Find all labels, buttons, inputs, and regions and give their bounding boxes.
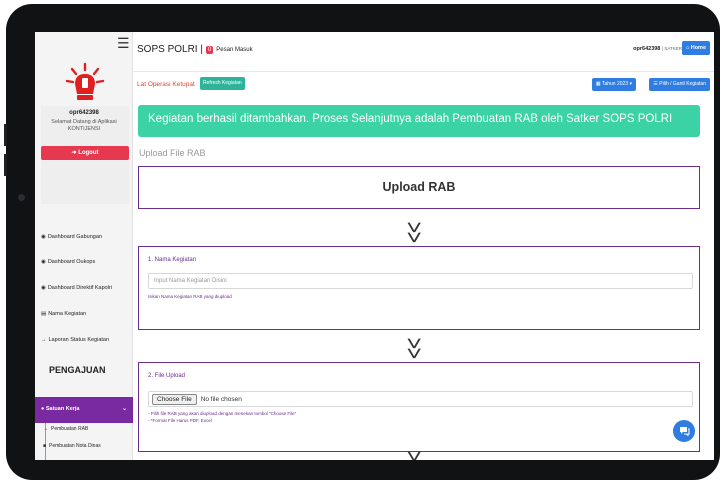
sidebar-item-satuan-kerja[interactable]: ● Satuan Kerja ⌄: [35, 397, 133, 423]
sidebar-item-label: Satuan Kerja: [45, 406, 80, 412]
upload-rab-heading: Upload RAB: [138, 166, 700, 209]
tablet-frame: ☰ opr642398 Selamat Datang di Aplikasi K…: [4, 4, 720, 480]
sidebar-item-dashboard-oukops[interactable]: ◉ Dashboard Oukops: [41, 259, 95, 265]
sidebar-subitem-label: Pembuatan RAB: [51, 426, 89, 432]
welcome-line: Selamat Datang di Aplikasi: [51, 119, 117, 125]
arrow-right-icon: →: [43, 426, 48, 432]
tahun-dropdown[interactable]: ▦ Tahun 2023 ▾: [591, 78, 636, 91]
choose-file-button[interactable]: Choose File: [152, 393, 197, 405]
app-logo: [65, 62, 105, 100]
activity-name: Lat Operasi Ketupat: [137, 81, 195, 88]
chat-button[interactable]: [673, 420, 695, 442]
arrow-right-icon: →: [41, 337, 47, 343]
file-upload-input: Choose File No file chosen: [148, 391, 693, 407]
success-alert: Kegiatan berhasil ditambahkan. Proses Se…: [138, 105, 700, 137]
section-label-pengajuan: PENGAJUAN: [49, 365, 106, 375]
list-icon: ☰: [653, 81, 658, 87]
double-chevron-down-icon: ⋁ ⋁: [407, 338, 421, 359]
sidebar-item-label: Nama Kegiatan: [48, 311, 87, 317]
lock-icon: ■: [43, 443, 47, 449]
volume-button: [4, 154, 7, 176]
sidebar-item-label: Dashboard Oukops: [47, 259, 96, 265]
sidebar-subitem-nota-dinas[interactable]: ■ Pembuatan Nota Dinas: [43, 443, 101, 449]
dashboard-icon: ◉: [41, 285, 46, 291]
dashboard-icon: ◉: [41, 234, 46, 240]
volume-button: [4, 124, 7, 146]
logout-button[interactable]: ➜ Logout: [41, 146, 129, 160]
double-chevron-down-icon: ⋁ ⋁: [407, 222, 421, 243]
sidebar-item-label: Laporan Status Kegiatan: [48, 337, 110, 343]
file-status: No file chosen: [200, 395, 242, 403]
calendar-icon: ▦: [595, 81, 601, 87]
step1-card: 1. Nama Kegiatan Input Nama Kegiatan Dis…: [138, 246, 700, 330]
sidebar-item-dashboard-gabungan[interactable]: ◉ Dashboard Gabungan: [41, 234, 102, 240]
chevron-down-icon: ⌄: [121, 406, 127, 412]
sidebar-item-laporan-status[interactable]: → Laporan Status Kegiatan: [41, 337, 109, 343]
step2-hint-2: - *Format File Harus PDF, Excel: [148, 418, 212, 423]
app-name: KONTIJENSI: [67, 126, 101, 132]
pilih-kegiatan-button[interactable]: ☰ Pilih / Ganti Kegiatan: [649, 78, 710, 91]
pilih-label: Pilih / Ganti Kegiatan: [659, 81, 706, 87]
tahun-label: Tahun 2023: [601, 81, 629, 87]
sidebar-subitem-label: Pembuatan Nota Dinas: [49, 443, 101, 449]
hamburger-menu-icon[interactable]: ☰: [117, 36, 130, 50]
welcome-text: Selamat Datang di Aplikasi KONTIJENSI: [35, 119, 133, 133]
caret-down-icon: ▾: [629, 81, 632, 87]
step1-title: 1. Nama Kegiatan: [148, 257, 197, 263]
logout-label: Logout: [78, 150, 99, 156]
step2-hint-1: - Pilih file RAB yang akan diupload deng…: [148, 411, 297, 416]
sidebar-item-dashboard-direktif[interactable]: ◉ Dashboard Direktif Kapolri: [41, 285, 112, 291]
camera-icon: [18, 194, 25, 201]
sidebar-item-label: Dashboard Gabungan: [47, 234, 102, 240]
screen: ☰ opr642398 Selamat Datang di Aplikasi K…: [35, 32, 714, 460]
list-icon: ▤: [41, 311, 47, 317]
step2-card: 2. File Upload Choose File No file chose…: [138, 362, 700, 452]
users-icon: ●: [41, 406, 45, 412]
user-id: opr642398: [69, 110, 99, 116]
user-panel: opr642398 Selamat Datang di Aplikasi KON…: [41, 106, 129, 204]
refresh-kegiatan-button[interactable]: Refresh Kegiatan: [200, 77, 245, 90]
step2-title: 2. File Upload: [148, 373, 186, 379]
section-title: Upload File RAB: [139, 148, 206, 158]
dashboard-icon: ◉: [41, 259, 46, 265]
chat-icon: [679, 427, 689, 436]
nama-kegiatan-input[interactable]: Input Nama Kegiatan Disini: [148, 273, 693, 289]
logout-icon: ➜: [71, 150, 77, 156]
double-chevron-down-icon: ⋁: [407, 451, 421, 460]
toolbar: Lat Operasi Ketupat Refresh Kegiatan ▦ T…: [133, 32, 714, 102]
sidebar-item-nama-kegiatan[interactable]: ▤ Nama Kegiatan: [41, 311, 86, 317]
sidebar-subitem-pembuatan-rab[interactable]: → Pembuatan RAB: [43, 426, 88, 432]
sidebar-item-label: Dashboard Direktif Kapolri: [47, 285, 113, 291]
sidebar: ☰ opr642398 Selamat Datang di Aplikasi K…: [35, 32, 133, 460]
step1-hint: Isikan Nama Kegiatan RAB yang diupload: [148, 294, 232, 299]
